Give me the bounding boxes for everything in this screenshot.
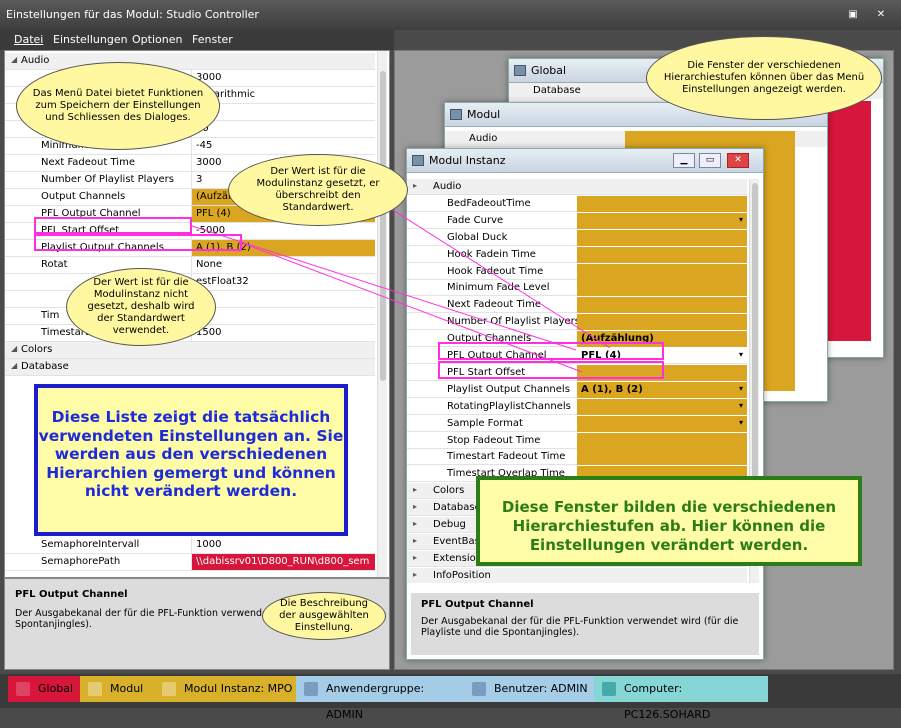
task-global[interactable]: Global xyxy=(8,676,80,702)
info-box-hierarchy-windows: Diese Fenster bilden die verschiedenen H… xyxy=(476,476,862,566)
task-instanz-label: Modul Instanz: MPO xyxy=(184,682,293,695)
module-icon xyxy=(88,682,102,696)
user-icon xyxy=(472,682,486,696)
bubble-value-set: Der Wert ist für die Modulinstanz gesetz… xyxy=(228,154,408,226)
bubble-description: Die Beschreibung der ausgewählten Einste… xyxy=(262,592,386,640)
task-computer[interactable]: Computer: PC126.SOHARD xyxy=(594,676,768,721)
hierarchy-taskbar: Global Modul Modul Instanz: MPO Anwender… xyxy=(0,674,901,721)
group-icon xyxy=(304,682,318,696)
task-instanz[interactable]: Modul Instanz: MPO xyxy=(154,676,296,702)
task-modul-label: Modul xyxy=(110,682,144,695)
task-user-label: Benutzer: ADMIN xyxy=(494,682,588,695)
bubble-value-not-set: Der Wert ist für die Modulinstanz nicht … xyxy=(66,268,216,346)
globe-icon xyxy=(16,682,30,696)
info-box-merged-list: Diese Liste zeigt die tatsächlich verwen… xyxy=(34,384,348,536)
task-computer-label: Computer: PC126.SOHARD xyxy=(624,682,711,721)
task-group-label: Anwendergruppe: ADMIN xyxy=(326,682,425,721)
instance-icon xyxy=(162,682,176,696)
computer-icon xyxy=(602,682,616,696)
task-global-label: Global xyxy=(38,682,74,695)
task-benutzer[interactable]: Benutzer: ADMIN xyxy=(464,676,594,702)
task-modul[interactable]: Modul xyxy=(80,676,154,702)
task-anwendergruppe[interactable]: Anwendergruppe: ADMIN xyxy=(296,676,464,721)
bubble-menu: Das Menü Datei bietet Funktionen zum Spe… xyxy=(16,62,220,150)
bubble-windows: Die Fenster der verschiedenen Hierarchie… xyxy=(646,36,882,120)
